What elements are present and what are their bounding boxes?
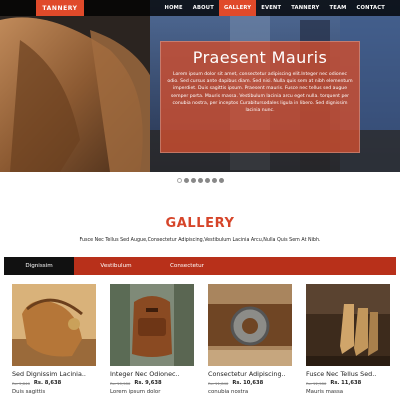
product-name[interactable]: Consectetur Adipiscing..: [208, 370, 292, 378]
tab-vestibulum[interactable]: Vestibulum: [74, 257, 158, 275]
gallery-title: GALLERY: [165, 216, 235, 231]
brand-logo[interactable]: TANNERY: [36, 0, 84, 16]
slider-dot[interactable]: [183, 178, 189, 183]
hero-caption: Praesent Mauris Lorem ipsum dolor sit am…: [160, 41, 360, 153]
product-name[interactable]: Fusce Nec Tellus Sed..: [306, 370, 390, 378]
leather-backpack-image: [110, 284, 194, 366]
nav-tannery[interactable]: TANNERY: [286, 0, 324, 16]
tab-consectetur[interactable]: Consectetur: [158, 257, 216, 275]
product-desc: Lorem ipsum dolor: [110, 389, 161, 395]
nav-about[interactable]: ABOUT: [188, 0, 219, 16]
product-prices: Rs. 12,986 Rs. 11,638: [306, 380, 390, 386]
hero-slider: Praesent Mauris Lorem ipsum dolor sit am…: [0, 0, 400, 172]
product-name[interactable]: Sed Dignissim Lacinia..: [12, 370, 96, 378]
product-old-price: Rs. 11,846: [208, 380, 229, 386]
product-price: Rs. 8,638: [33, 380, 62, 386]
nav-team[interactable]: TEAM: [324, 0, 351, 16]
gallery-tabs: Dignissim Vestibulum Consectetur: [4, 257, 396, 275]
nav-home[interactable]: HOME: [160, 0, 188, 16]
product-desc: conubia nostra: [208, 389, 249, 395]
product-price: Rs. 11,638: [330, 380, 362, 386]
slider-dot[interactable]: [204, 178, 210, 183]
hero-text: Lorem ipsum dolor sit amet, consectetur …: [167, 72, 353, 114]
nav-event[interactable]: EVENT: [256, 0, 286, 16]
slider-dots: [0, 178, 400, 183]
product-desc: Duis sagittis: [12, 389, 46, 395]
nav-gallery[interactable]: GALLERY: [218, 0, 257, 16]
leather-boots-image: [306, 284, 390, 366]
gallery-subtitle: Fusce Nec Tellus Sed Augue,Consectetur A…: [79, 238, 321, 243]
leather-bag-image: [12, 284, 96, 366]
product-card[interactable]: Integer Nec Odionec.. Rs. 10,986 Rs. 9,6…: [110, 284, 194, 395]
slider-dot[interactable]: [218, 178, 224, 183]
product-price: Rs. 9,638: [134, 380, 162, 386]
product-card[interactable]: Sed Dignissim Lacinia.. Rs. 9,846 Rs. 8,…: [12, 284, 96, 395]
top-navbar: TANNERY HOME ABOUT GALLERY EVENT TANNERY…: [0, 0, 400, 16]
product-image[interactable]: [12, 284, 96, 366]
product-prices: Rs. 10,986 Rs. 9,638: [110, 380, 194, 386]
main-nav: HOME ABOUT GALLERY EVENT TANNERY TEAM CO…: [160, 0, 390, 16]
product-image[interactable]: [110, 284, 194, 366]
product-old-price: Rs. 12,986: [306, 380, 327, 386]
product-image[interactable]: [306, 284, 390, 366]
product-name[interactable]: Integer Nec Odionec..: [110, 370, 194, 378]
product-price: Rs. 10,638: [232, 380, 264, 386]
product-old-price: Rs. 9,846: [12, 380, 30, 386]
product-desc: Mauris massa: [306, 389, 344, 395]
product-image[interactable]: [208, 284, 292, 366]
slider-dot[interactable]: [190, 178, 196, 183]
hero-title: Praesent Mauris: [192, 48, 328, 67]
slider-dot[interactable]: [197, 178, 203, 183]
belt-buckle-image: [208, 284, 292, 366]
product-card[interactable]: Consectetur Adipiscing.. Rs. 11,846 Rs. …: [208, 284, 292, 395]
product-old-price: Rs. 10,986: [110, 380, 131, 386]
product-prices: Rs. 11,846 Rs. 10,638: [208, 380, 292, 386]
product-card[interactable]: Fusce Nec Tellus Sed.. Rs. 12,986 Rs. 11…: [306, 284, 390, 395]
tab-dignissim[interactable]: Dignissim: [4, 257, 74, 275]
slider-dot[interactable]: [176, 178, 182, 183]
slider-dot[interactable]: [211, 178, 217, 183]
product-prices: Rs. 9,846 Rs. 8,638: [12, 380, 96, 386]
nav-contact[interactable]: CONTACT: [352, 0, 390, 16]
